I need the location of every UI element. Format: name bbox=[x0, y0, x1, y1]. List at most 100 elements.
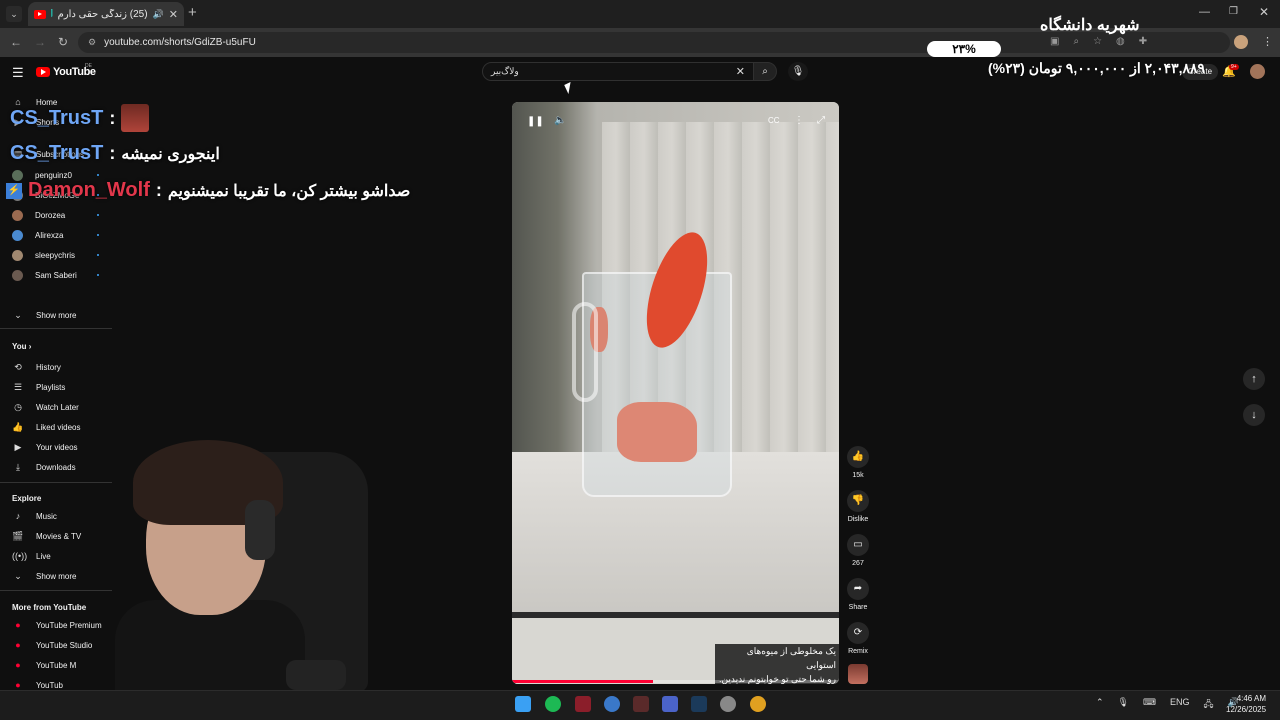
forward-icon[interactable]: → bbox=[34, 35, 46, 49]
sidebar-icon: ⤓ bbox=[16, 461, 20, 472]
webcam-overlay bbox=[286, 660, 346, 690]
comments-button[interactable]: ▭ 267 bbox=[845, 534, 871, 567]
pause-icon[interactable]: ❚❚ bbox=[527, 116, 544, 130]
profile-icon[interactable] bbox=[1234, 35, 1248, 49]
volume-icon[interactable]: 🔈 bbox=[554, 115, 566, 126]
more-options-icon[interactable]: ⋮ bbox=[794, 115, 804, 126]
sidebar-you-item[interactable]: ⤓ Downloads bbox=[12, 459, 76, 475]
new-content-dot bbox=[97, 174, 99, 176]
browser-menu-icon[interactable]: ⋮ bbox=[1262, 35, 1273, 48]
captions-icon[interactable]: CC bbox=[768, 116, 780, 125]
mouse-cursor bbox=[564, 81, 575, 95]
app-icon[interactable] bbox=[604, 696, 620, 712]
zoom-icon[interactable]: ⌕ bbox=[1073, 36, 1079, 47]
sidebar-channel-item[interactable]: Alirexza bbox=[12, 227, 63, 243]
app-icon[interactable] bbox=[575, 696, 591, 712]
like-button[interactable]: 👍 15k bbox=[845, 446, 871, 479]
chevron-up-icon[interactable]: ⌃ bbox=[1096, 697, 1104, 713]
sidebar-you-item[interactable]: ☰ Playlists bbox=[12, 379, 65, 395]
extension-icon[interactable]: ▣ bbox=[1050, 36, 1059, 47]
sidebar-icon: ⟲ bbox=[14, 361, 22, 372]
extension-icon[interactable]: ◍ bbox=[1116, 36, 1125, 47]
sidebar-explore-item[interactable]: 🎬 Movies & TV bbox=[12, 528, 81, 544]
next-short-button[interactable]: ↓ bbox=[1243, 404, 1265, 426]
system-tray: ⌃ 🎙 ⌨ ENG 🖧 🔊 bbox=[1096, 697, 1239, 713]
chat-username: Damon_Wolf bbox=[28, 179, 150, 201]
fullscreen-icon[interactable]: ⤢ bbox=[817, 115, 825, 126]
sidebar-icon: ◷ bbox=[14, 401, 22, 412]
sidebar-show-more-explore[interactable]: ⌄ Show more bbox=[12, 568, 76, 584]
new-tab-button[interactable]: + bbox=[188, 5, 197, 21]
clear-search-icon[interactable]: ✕ bbox=[736, 65, 745, 78]
back-icon[interactable]: ← bbox=[10, 35, 22, 49]
chrome-icon[interactable] bbox=[750, 696, 766, 712]
windows-start-icon[interactable] bbox=[515, 696, 531, 712]
share-icon: ➦ bbox=[847, 578, 869, 600]
tab-close-icon[interactable]: ✕ bbox=[169, 8, 178, 21]
search-input[interactable]: ولاگ‌بیر ✕ bbox=[482, 62, 754, 81]
network-icon[interactable]: 🖧 bbox=[1204, 697, 1214, 713]
chart-app-icon[interactable] bbox=[662, 696, 678, 712]
remix-button[interactable]: ⟳ Remix bbox=[845, 622, 871, 655]
new-content-dot bbox=[97, 254, 99, 256]
dislike-button[interactable]: 👎 Dislike bbox=[845, 490, 871, 523]
sidebar-more-item[interactable]: ● YouTube Studio bbox=[12, 637, 92, 653]
sidebar-you-item[interactable]: ▶ Your videos bbox=[12, 439, 78, 455]
reload-icon[interactable]: ↻ bbox=[58, 35, 68, 49]
steam-icon[interactable] bbox=[691, 696, 707, 712]
taskbar-clock[interactable]: 4:46 AM 12/26/2025 bbox=[1226, 693, 1266, 715]
sidebar-you-item[interactable]: ⟲ History bbox=[12, 359, 61, 375]
notification-badge: 9+ bbox=[1229, 64, 1239, 70]
sidebar-channel-item[interactable]: Sam Saberi bbox=[12, 267, 77, 283]
minimize-icon[interactable]: — bbox=[1199, 6, 1210, 18]
thumbs-down-icon: 👎 bbox=[847, 490, 869, 512]
sidebar-explore-item[interactable]: ((•)) Live bbox=[12, 548, 51, 564]
sidebar-icon: ▶ bbox=[14, 441, 22, 452]
sidebar-icon: ☰ bbox=[13, 381, 23, 392]
shorts-video-player[interactable]: ❚❚ 🔈 CC ⋮ ⤢ یک مخلوطی از میوه‌های استوای… bbox=[512, 102, 839, 684]
donation-progress-badge: ۲۳% bbox=[927, 41, 1001, 57]
maximize-icon[interactable]: ❐ bbox=[1229, 6, 1238, 17]
spotify-icon[interactable] bbox=[545, 696, 561, 712]
comment-icon: ▭ bbox=[847, 534, 869, 556]
audio-thumbnail[interactable] bbox=[848, 664, 868, 684]
sidebar-explore-item[interactable]: ♪ Music bbox=[12, 508, 57, 524]
sidebar-divider bbox=[0, 590, 112, 591]
app-icon[interactable] bbox=[633, 696, 649, 712]
chat-text: صداشو بیشتر کن، ما تقریبا نمیشنویم bbox=[167, 182, 411, 200]
sidebar-channel-item[interactable]: sleepychris bbox=[12, 247, 75, 263]
youtube-logo-icon bbox=[36, 67, 50, 77]
speaker-icon[interactable]: 🔊 bbox=[153, 9, 164, 20]
sidebar-channel-item[interactable]: Dorozea bbox=[12, 207, 65, 223]
site-info-icon[interactable]: ⚙ bbox=[88, 37, 96, 48]
search-button[interactable]: ⌕ bbox=[753, 62, 777, 81]
account-avatar[interactable] bbox=[1250, 64, 1265, 79]
mic-tray-icon[interactable]: 🎙 bbox=[1118, 697, 1129, 713]
video-caption: یک مخلوطی از میوه‌های استوایی رو شما حتی… bbox=[715, 644, 839, 684]
puzzle-icon[interactable]: ✚ bbox=[1139, 36, 1147, 47]
sidebar-more-heading: More from YouTube bbox=[12, 603, 87, 612]
address-text: youtube.com/shorts/GdiZB-u5uFU bbox=[104, 37, 256, 48]
sidebar-more-item[interactable]: ● YouTube M bbox=[12, 657, 76, 673]
sidebar-show-more-channels[interactable]: ⌄ Show more bbox=[12, 307, 76, 323]
obs-icon[interactable] bbox=[720, 696, 736, 712]
sidebar-you-heading[interactable]: You › bbox=[12, 342, 31, 351]
keyboard-icon[interactable]: ⌨ bbox=[1143, 697, 1156, 713]
window-close-icon[interactable]: ✕ bbox=[1259, 5, 1269, 19]
browser-tab[interactable]: (25) زندگی حقی دارم 🔰 🔊 ✕ bbox=[28, 2, 184, 26]
sidebar-you-item[interactable]: 👍 Liked videos bbox=[12, 419, 80, 435]
bookmark-icon[interactable]: ☆ bbox=[1093, 36, 1102, 47]
chevron-down-icon: ⌄ bbox=[14, 309, 22, 320]
tab-search-button[interactable]: ⌄ bbox=[6, 6, 22, 22]
sidebar-divider bbox=[0, 328, 112, 329]
chat-message: ⚡ Damon_Wolf : صداشو بیشتر کن، ما تقریبا… bbox=[6, 179, 410, 202]
language-indicator[interactable]: ENG bbox=[1170, 697, 1190, 713]
menu-icon[interactable]: ☰ bbox=[12, 65, 24, 81]
previous-short-button[interactable]: ↑ bbox=[1243, 368, 1265, 390]
share-button[interactable]: ➦ Share bbox=[845, 578, 871, 611]
sidebar-more-item[interactable]: ● YouTube Premium bbox=[12, 617, 101, 633]
sidebar-icon: ● bbox=[15, 660, 21, 670]
region-code: DE bbox=[85, 63, 92, 69]
voice-search-button[interactable]: 🎙 bbox=[788, 62, 808, 81]
sidebar-you-item[interactable]: ◷ Watch Later bbox=[12, 399, 79, 415]
